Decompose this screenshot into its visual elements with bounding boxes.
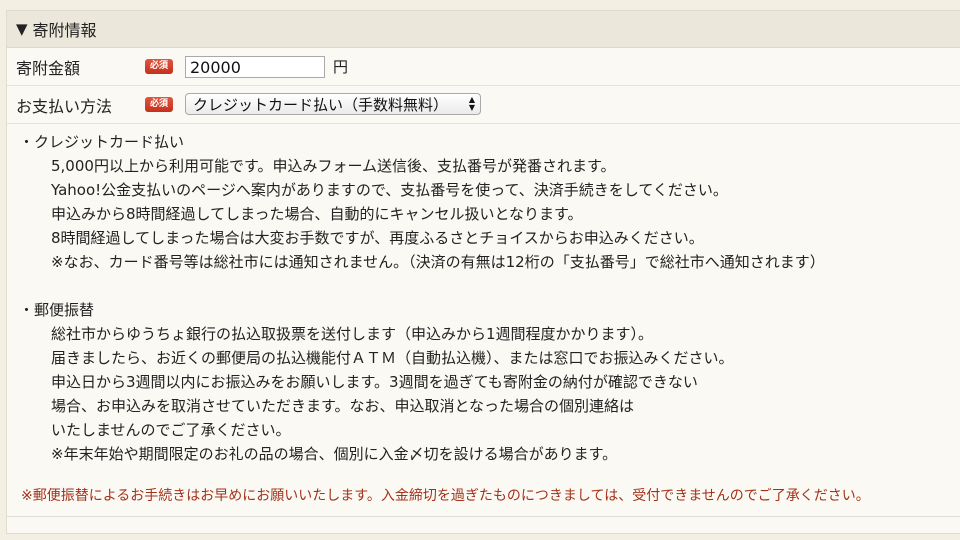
required-badge: 必須 — [145, 59, 173, 74]
postal-line: 申込日から3週間以内にお振込みをお願いします。3週間を過ぎても寄附金の納付が確認… — [51, 373, 698, 391]
section-title: 寄附情報 — [32, 21, 97, 40]
postal-line: いたしませんのでご了承ください。 — [51, 421, 291, 439]
credit-line: 申込みから8時間経過してしまった場合、自動的にキャンセル扱いとなります。 — [51, 205, 583, 223]
credit-line: 8時間経過してしまった場合は大変お手数ですが、再度ふるさとチョイスからお申込みく… — [51, 229, 704, 247]
amount-unit: 円 — [333, 58, 349, 76]
select-arrows-icon: ▲ ▼ — [468, 95, 475, 112]
credit-line: ※なお、カード番号等は総社市には通知されません。（決済の有無は12桁の「支払番号… — [51, 253, 825, 271]
payment-method-value: クレジットカード払い（手数料無料） — [193, 96, 449, 114]
credit-heading: ・クレジットカード払い — [19, 133, 185, 151]
divider — [7, 516, 960, 517]
postal-line: ※年末年始や期間限定のお礼の品の場合、個別に入金〆切を設ける場合があります。 — [51, 445, 618, 463]
section-header[interactable]: ▼ 寄附情報 — [7, 11, 960, 48]
postal-heading: ・郵便振替 — [19, 301, 95, 319]
required-badge: 必須 — [145, 97, 173, 112]
credit-line: Yahoo!公金支払いのページへ案内がありますので、支払番号を使って、決済手続き… — [51, 181, 728, 199]
payment-method-select[interactable]: クレジットカード払い（手数料無料） ▲ ▼ — [185, 93, 481, 115]
payment-label: お支払い方法 — [16, 96, 113, 116]
credit-line: 5,000円以上から利用可能です。申込みフォーム送信後、支払番号が発番されます。 — [51, 157, 616, 175]
amount-row: 寄附金額 必須 円 — [7, 48, 960, 86]
amount-input[interactable] — [185, 56, 325, 78]
collapse-triangle-icon[interactable]: ▼ — [16, 20, 28, 38]
postal-warning: ※郵便振替によるお手続きはお早めにお願いいたします。入金締切を過ぎたものにつきま… — [21, 488, 870, 504]
donation-info-panel: ▼ 寄附情報 寄附金額 必須 円 お支払い方法 必須 クレジットカード払い（手数… — [6, 10, 960, 534]
postal-line: 総社市からゆうちょ銀行の払込取扱票を送付します（申込みから1週間程度かかります）… — [51, 325, 654, 343]
amount-label: 寄附金額 — [16, 58, 81, 78]
postal-line: 場合、お申込みを取消させていただきます。なお、申込取消となった場合の個別連絡は — [51, 397, 635, 415]
postal-line: 届きましたら、お近くの郵便局の払込機能付ＡＴＭ（自動払込機）、または窓口でお振込… — [51, 349, 734, 367]
payment-row: お支払い方法 必須 クレジットカード払い（手数料無料） ▲ ▼ — [7, 86, 960, 124]
